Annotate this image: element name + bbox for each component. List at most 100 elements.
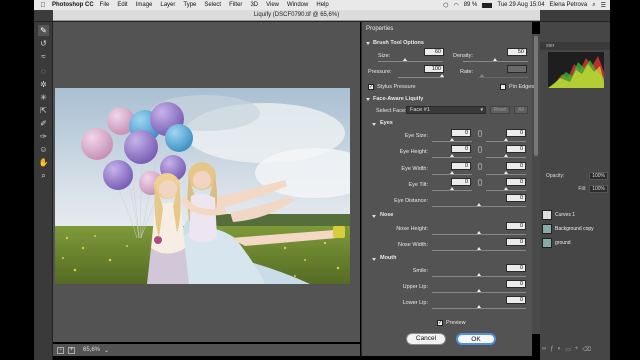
dropbox-icon[interactable]: ⬡ [443, 2, 448, 9]
eye-height-right-slider[interactable] [486, 157, 526, 158]
upper-lip-slider[interactable] [432, 292, 526, 293]
nose-height-slider[interactable] [432, 234, 526, 235]
chevron-down-icon[interactable] [372, 123, 376, 126]
slider-handle[interactable] [477, 247, 481, 250]
hand-tool-icon[interactable]: ✋ [38, 157, 49, 168]
face-tool-icon[interactable]: ☺ [38, 144, 49, 155]
menu-edit[interactable]: Edit [117, 2, 127, 8]
nose-heading[interactable]: Nose [380, 212, 393, 218]
lower-lip-field[interactable]: 0 [506, 296, 526, 304]
eye-tilt-left-slider[interactable] [432, 190, 472, 191]
eye-distance-field[interactable]: 0 [506, 194, 526, 202]
slider-handle[interactable] [450, 171, 454, 174]
app-menu-photoshop[interactable]: Photoshop CC [52, 2, 94, 8]
apple-icon[interactable]:  [38, 2, 48, 9]
chevron-down-icon[interactable] [372, 215, 376, 218]
slider-handle[interactable] [450, 187, 454, 190]
slider-handle[interactable] [504, 154, 508, 157]
density-slider[interactable] [463, 61, 528, 62]
histogram-tab[interactable]: ster [540, 42, 610, 50]
eye-tilt-right-slider[interactable] [486, 190, 526, 191]
density-field[interactable]: 50 [507, 48, 527, 56]
chevron-down-icon[interactable]: ⌄ [104, 347, 109, 354]
pin-edges-checkbox[interactable] [500, 84, 506, 90]
slider-handle[interactable] [504, 171, 508, 174]
eye-tilt-right-field[interactable]: 0 [506, 178, 526, 186]
eye-distance-slider[interactable] [432, 206, 526, 207]
layer-row[interactable]: Background copy [542, 222, 608, 236]
forward-warp-tool-icon[interactable]: ✎ [38, 25, 49, 36]
new-layer-icon[interactable]: + [575, 346, 579, 354]
size-slider-handle[interactable] [403, 58, 407, 61]
freeze-mask-tool-icon[interactable]: ✐ [38, 118, 49, 129]
nose-width-slider[interactable] [432, 250, 526, 251]
slider-handle[interactable] [477, 203, 481, 206]
menu-help[interactable]: Help [316, 2, 328, 8]
user-name[interactable]: Elena Petrova [550, 2, 588, 8]
push-left-tool-icon[interactable]: ⇱ [38, 105, 49, 116]
menu-window[interactable]: Window [287, 2, 308, 8]
eyes-heading[interactable]: Eyes [380, 120, 393, 126]
trash-icon[interactable]: ⌫ [582, 346, 590, 354]
menu-file[interactable]: File [100, 2, 110, 8]
opacity-field[interactable]: 100% [589, 172, 608, 180]
slider-handle[interactable] [450, 138, 454, 141]
thaw-mask-tool-icon[interactable]: ✑ [38, 131, 49, 142]
brush-options-heading[interactable]: Brush Tool Options [373, 40, 424, 46]
stylus-pressure-checkbox[interactable]: ✓ [368, 84, 374, 90]
zoom-tool-icon[interactable]: ⌕ [38, 170, 49, 181]
reconstruct-tool-icon[interactable]: ↺ [38, 38, 49, 49]
upper-lip-field[interactable]: 0 [506, 280, 526, 288]
pucker-tool-icon[interactable]: ✲ [38, 79, 49, 90]
smile-slider[interactable] [432, 276, 526, 277]
eye-width-left-slider[interactable] [432, 174, 472, 175]
menu-image[interactable]: Image [136, 2, 153, 8]
zoom-level[interactable]: 65,6% [83, 347, 100, 353]
size-field[interactable]: 60 [424, 48, 444, 56]
slider-handle[interactable] [504, 138, 508, 141]
mask-icon[interactable]: ◐ [558, 346, 562, 354]
link-icon[interactable] [478, 179, 482, 186]
eye-width-right-field[interactable]: 0 [506, 162, 526, 170]
menu-select[interactable]: Select [204, 2, 221, 8]
link-layers-icon[interactable]: ∞ [542, 346, 546, 354]
clock[interactable]: Tue 29 Aug 15:04 [497, 2, 544, 8]
layer-row[interactable]: ground [542, 236, 608, 250]
menu-list-icon[interactable]: ☰ [601, 2, 606, 9]
pressure-slider-handle[interactable] [440, 74, 444, 77]
slider-handle[interactable] [504, 187, 508, 190]
eye-size-left-slider[interactable] [432, 141, 472, 142]
folder-icon[interactable]: ▭ [565, 346, 571, 354]
eye-height-left-field[interactable]: 0 [451, 145, 471, 153]
lower-lip-slider[interactable] [432, 308, 526, 309]
link-icon[interactable] [478, 146, 482, 153]
eye-height-left-slider[interactable] [432, 157, 472, 158]
zoom-in-button[interactable]: + [68, 346, 75, 354]
eye-size-right-field[interactable]: 0 [506, 129, 526, 137]
reset-button[interactable]: Reset [490, 106, 510, 114]
eye-width-right-slider[interactable] [486, 174, 526, 175]
eye-size-left-field[interactable]: 0 [451, 129, 471, 137]
slider-handle[interactable] [477, 289, 481, 292]
eye-size-right-slider[interactable] [486, 141, 526, 142]
pressure-slider[interactable] [398, 77, 444, 78]
wifi-icon[interactable]: ◠ [453, 2, 458, 9]
slider-handle[interactable] [477, 273, 481, 276]
smile-field[interactable]: 0 [506, 264, 526, 272]
search-icon[interactable]: ⌕ [592, 2, 595, 9]
fill-field[interactable]: 100% [589, 185, 608, 193]
nose-width-field[interactable]: 0 [506, 238, 526, 246]
chevron-down-icon[interactable] [372, 258, 376, 261]
menu-view[interactable]: View [266, 2, 279, 8]
smooth-tool-icon[interactable]: ≈ [38, 51, 49, 62]
fx-icon[interactable]: ƒ [550, 346, 553, 354]
slider-handle[interactable] [477, 305, 481, 308]
zoom-out-button[interactable]: − [57, 346, 64, 354]
battery-icon[interactable] [482, 2, 493, 8]
chevron-down-icon[interactable] [366, 42, 370, 45]
bloat-tool-icon[interactable]: ✳ [38, 92, 49, 103]
slider-handle[interactable] [477, 231, 481, 234]
twirl-tool-icon[interactable]: ◌ [38, 66, 49, 77]
chevron-down-icon[interactable] [366, 98, 370, 101]
eye-tilt-left-field[interactable]: 0 [451, 178, 471, 186]
